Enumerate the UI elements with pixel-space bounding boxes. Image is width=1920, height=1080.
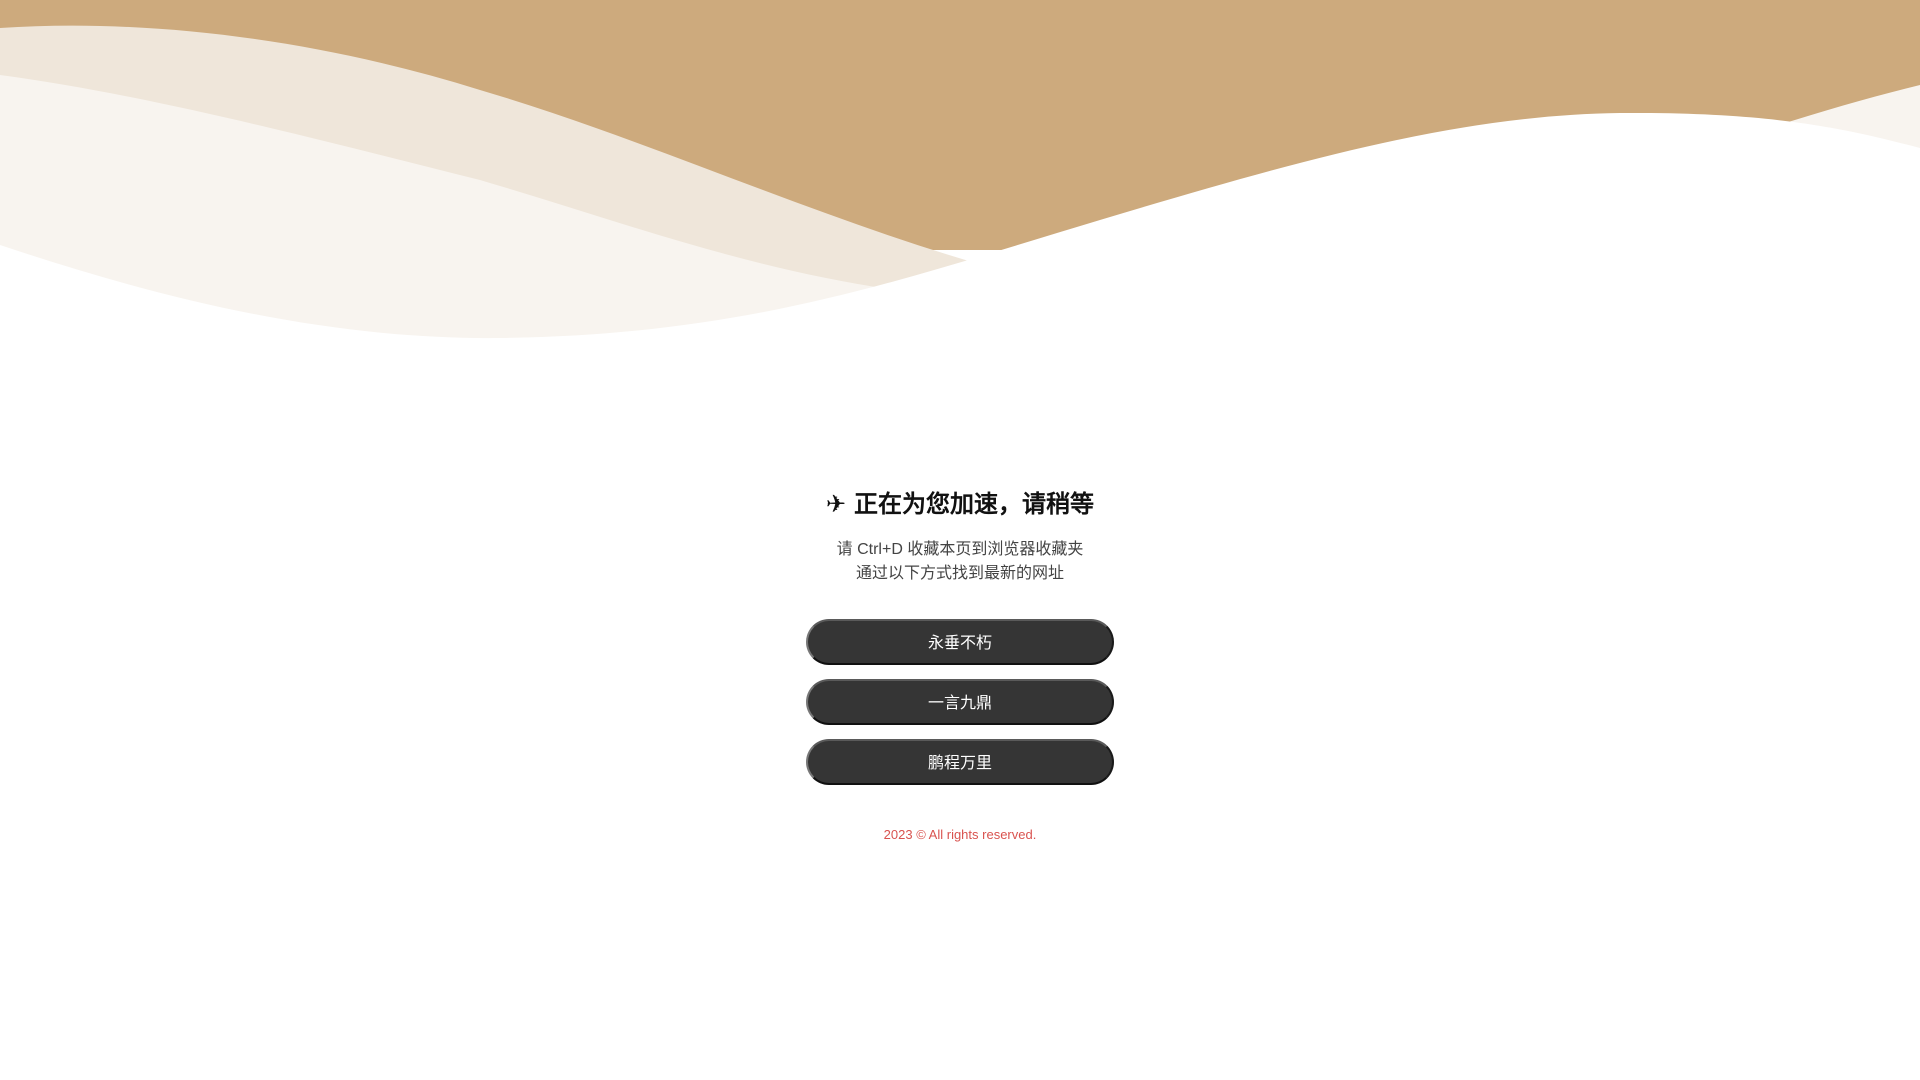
- link-button-2[interactable]: 一言九鼎: [806, 679, 1114, 725]
- link-button-1[interactable]: 永垂不朽: [806, 619, 1114, 665]
- copyright-footer: 2023 © All rights reserved.: [883, 827, 1037, 842]
- find-url-hint: 通过以下方式找到最新的网址: [855, 565, 1064, 582]
- page-title: ✈ 正在为您加速，请稍等: [0, 487, 1920, 523]
- bookmark-hint: 请 Ctrl+D 收藏本页到浏览器收藏夹: [836, 541, 1084, 558]
- page-title-text: 正在为您加速，请稍等: [854, 491, 1095, 518]
- link-button-3[interactable]: 鹏程万里: [806, 739, 1114, 785]
- main-content: ✈ 正在为您加速，请稍等 请 Ctrl+D 收藏本页到浏览器收藏夹 通过以下方式找…: [0, 0, 1920, 1080]
- airplane-icon: ✈: [825, 491, 847, 518]
